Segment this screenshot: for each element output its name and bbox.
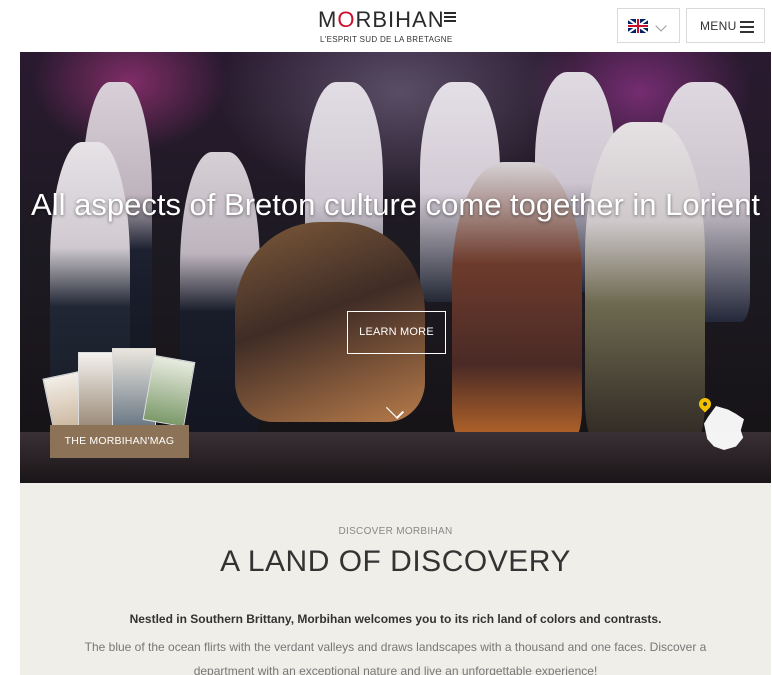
- hero-banner: All aspects of Breton culture come toget…: [20, 52, 771, 483]
- hero-photo-figure: [585, 122, 705, 452]
- chevron-down-icon: [655, 20, 667, 32]
- logo-wordmark: MORBIHAN: [318, 7, 445, 32]
- section-kicker: DISCOVER MORBIHAN: [338, 526, 453, 537]
- magazine-covers-image[interactable]: [42, 348, 196, 436]
- discover-section: DISCOVER MORBIHAN A LAND OF DISCOVERY Ne…: [20, 483, 771, 675]
- morbihan-mag-button[interactable]: THE MORBIHAN'MAG: [50, 425, 189, 458]
- uk-flag-icon: [628, 19, 648, 33]
- section-title: A LAND OF DISCOVERY: [220, 545, 571, 578]
- language-selector[interactable]: [617, 8, 680, 43]
- logo-tagline: L'ESPRIT SUD DE LA BRETAGNE: [320, 35, 453, 44]
- hero-title: All aspects of Breton culture come toget…: [31, 187, 760, 222]
- site-header: MORBIHAN L'ESPRIT SUD DE LA BRETAGNE MEN…: [0, 0, 772, 52]
- learn-more-button[interactable]: LEARN MORE: [347, 311, 446, 354]
- hamburger-icon: [740, 21, 754, 36]
- section-body: The blue of the ocean flirts with the ve…: [84, 640, 707, 675]
- section-lead: Nestled in Southern Brittany, Morbihan w…: [129, 612, 662, 626]
- logo-lines-icon: [444, 12, 456, 24]
- morbihan-logo[interactable]: MORBIHAN L'ESPRIT SUD DE LA BRETAGNE: [318, 8, 466, 46]
- menu-label: MENU: [700, 19, 737, 33]
- menu-button[interactable]: MENU: [686, 8, 765, 43]
